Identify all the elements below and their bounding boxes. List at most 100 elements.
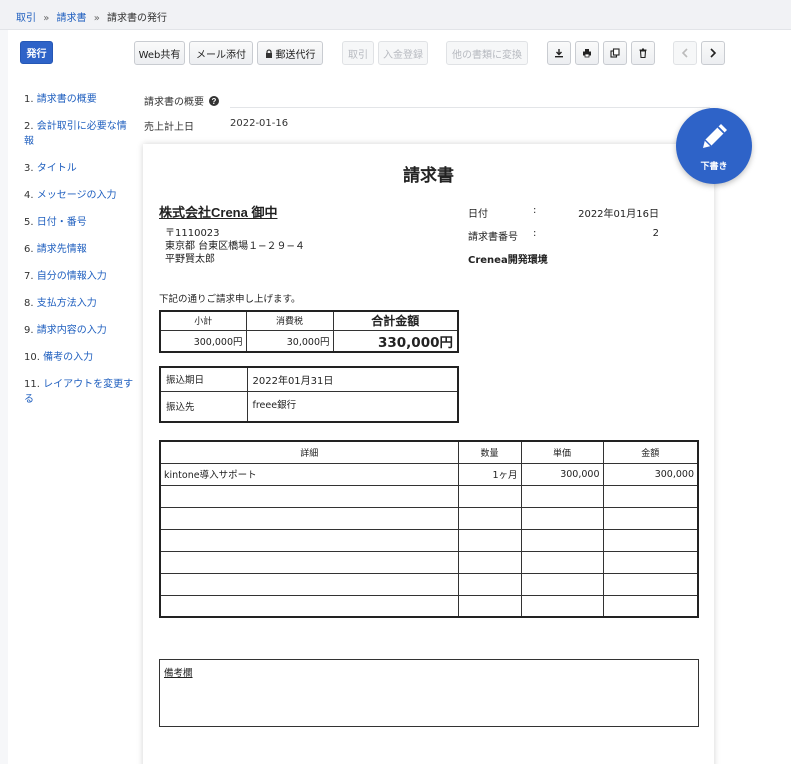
toc-item-accounting-info[interactable]: 2. 会計取引に必要な情報 xyxy=(24,119,134,149)
invoice-title: 請求書 xyxy=(403,166,454,185)
toc-item-invoice-content[interactable]: 9. 請求内容の入力 xyxy=(24,323,134,338)
toc-item-client-info[interactable]: 6. 請求先情報 xyxy=(24,242,134,257)
toc-item-my-info[interactable]: 7. 自分の情報入力 xyxy=(24,269,134,284)
item-quantity xyxy=(457,550,522,574)
toc-label: 請求書の概要 xyxy=(36,94,97,105)
invoice-number-value: 2 xyxy=(652,228,659,239)
toc-num: 1. xyxy=(24,94,34,105)
toc-label: タイトル xyxy=(36,163,77,174)
remarks-label: 備考欄 xyxy=(164,668,193,679)
chevron-right-icon xyxy=(709,48,717,58)
breadcrumb-separator: » xyxy=(93,13,100,24)
previous-button[interactable] xyxy=(673,41,697,65)
postal-service-label: 郵送代行 xyxy=(275,49,316,61)
toc-num: 10. xyxy=(24,352,40,363)
item-detail xyxy=(159,484,459,508)
help-icon[interactable]: ? xyxy=(209,96,220,109)
item-detail xyxy=(159,572,459,596)
toc-label: 請求先情報 xyxy=(36,244,87,255)
subtotal-header: 小計 xyxy=(159,310,247,331)
download-button[interactable] xyxy=(547,41,571,65)
toc-item-title[interactable]: 3. タイトル xyxy=(24,161,134,176)
table-row: kintone導入サポート 1ヶ月 300,000 300,000 xyxy=(159,462,699,486)
svg-text:?: ? xyxy=(212,97,217,106)
mail-attach-button[interactable]: メール添付 xyxy=(189,41,253,65)
breadcrumb: 取引 » 請求書 » 請求書の発行 xyxy=(0,0,791,30)
toc-label: レイアウトを変更する xyxy=(24,379,134,405)
invoice-message: 下記の通りご請求申し上げます。 xyxy=(159,294,301,305)
date-colon: : xyxy=(533,205,537,216)
number-colon: : xyxy=(533,228,537,239)
toc-label: 自分の情報入力 xyxy=(36,271,107,282)
copy-icon xyxy=(610,48,620,58)
download-icon xyxy=(554,48,564,58)
draft-label: 下書き xyxy=(700,162,728,172)
item-detail xyxy=(159,550,459,574)
item-unit-price xyxy=(520,550,604,574)
total-header: 合計金額 xyxy=(332,310,459,331)
print-button[interactable] xyxy=(575,41,599,65)
toc-label: メッセージの入力 xyxy=(36,190,117,201)
item-amount xyxy=(602,506,699,530)
items-header-unit-price: 単価 xyxy=(520,440,604,464)
bank-label: 振込先 xyxy=(159,390,248,423)
toc-num: 7. xyxy=(24,271,34,282)
draft-button[interactable]: 下書き xyxy=(676,108,752,184)
item-detail xyxy=(159,528,459,552)
toc-num: 9. xyxy=(24,325,34,336)
items-header-detail: 詳細 xyxy=(159,440,459,464)
client-person: 平野賢太郎 xyxy=(165,254,215,265)
convert-document-button[interactable]: 他の書類に変換 xyxy=(446,41,528,65)
date-label: 日付 xyxy=(468,209,488,220)
payment-table: 振込期日 2022年01月31日 振込先 freee銀行 xyxy=(159,366,459,423)
chevron-left-icon xyxy=(681,48,689,58)
toc-num: 6. xyxy=(24,244,34,255)
issue-button[interactable]: 発行 xyxy=(20,41,53,64)
due-date-value: 2022年01月31日 xyxy=(246,366,459,392)
toc-label: 会計取引に必要な情報 xyxy=(24,121,127,147)
item-quantity: 1ヶ月 xyxy=(457,462,522,486)
toc-item-layout[interactable]: 11. レイアウトを変更する xyxy=(24,377,134,407)
toc-item-date-number[interactable]: 5. 日付・番号 xyxy=(24,215,134,230)
breadcrumb-link-invoices[interactable]: 請求書 xyxy=(57,13,87,24)
item-amount xyxy=(602,484,699,508)
invoice-preview: 請求書 株式会社Crena 御中 〒1110023 東京都 台東区橋場１−２９−… xyxy=(143,144,714,764)
delete-button[interactable] xyxy=(631,41,655,65)
web-share-button[interactable]: Web共有 xyxy=(134,41,185,65)
breadcrumb-link-transactions[interactable]: 取引 xyxy=(16,13,36,24)
breadcrumb-separator: » xyxy=(43,13,50,24)
toc-item-message[interactable]: 4. メッセージの入力 xyxy=(24,188,134,203)
toc-item-overview[interactable]: 1. 請求書の概要 xyxy=(24,92,134,107)
sales-date-value[interactable]: 2022-01-16 xyxy=(230,118,288,129)
copy-button[interactable] xyxy=(603,41,627,65)
table-row xyxy=(159,528,699,552)
lock-icon xyxy=(265,48,273,58)
item-quantity xyxy=(457,484,522,508)
overview-underline xyxy=(230,107,710,108)
printer-icon xyxy=(582,48,592,58)
overview-label: 請求書の概要 xyxy=(144,97,204,108)
toc-num: 8. xyxy=(24,298,34,309)
bank-value: freee銀行 xyxy=(246,390,459,423)
tax-value: 30,000円 xyxy=(245,329,334,353)
toc-item-payment-method[interactable]: 8. 支払方法入力 xyxy=(24,296,134,311)
item-unit-price xyxy=(520,572,604,596)
next-button[interactable] xyxy=(701,41,725,65)
toc-label: 備考の入力 xyxy=(43,352,94,363)
client-postal-code: 〒1110023 xyxy=(165,228,220,239)
items-table: 詳細 数量 単価 金額 kintone導入サポート 1ヶ月 300,000 30… xyxy=(159,440,699,618)
toc-item-remarks[interactable]: 10. 備考の入力 xyxy=(24,350,134,365)
postal-service-button[interactable]: 郵送代行 xyxy=(257,41,323,65)
toc-label: 支払方法入力 xyxy=(36,298,97,309)
toc-label: 日付・番号 xyxy=(36,217,87,228)
subtotal-value: 300,000円 xyxy=(159,329,247,353)
cancel-transaction-button[interactable]: 取引 xyxy=(342,41,374,65)
toc-label: 請求内容の入力 xyxy=(36,325,107,336)
toc-num: 11. xyxy=(24,379,40,390)
item-amount xyxy=(602,528,699,552)
item-unit-price xyxy=(520,594,604,618)
payment-register-button[interactable]: 入金登録 xyxy=(378,41,428,65)
items-header-amount: 金額 xyxy=(602,440,699,464)
remarks-box: 備考欄 xyxy=(159,659,699,727)
item-quantity xyxy=(457,594,522,618)
